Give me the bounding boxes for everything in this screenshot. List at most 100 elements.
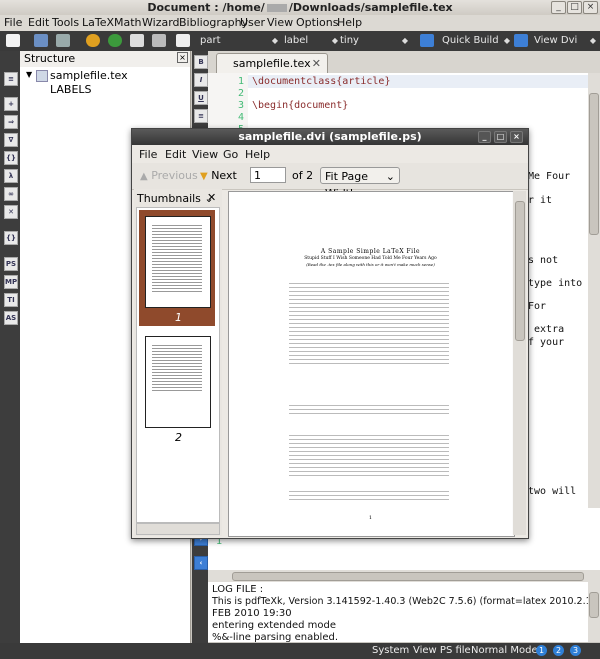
arrow-right-icon[interactable] [420, 34, 434, 47]
thumbnail-label: 2 [175, 431, 182, 444]
menu-file[interactable]: File [4, 16, 22, 29]
misc-math-icon[interactable]: ∇ [4, 133, 18, 147]
doc-note: (Read the .tex file along with this or i… [306, 262, 435, 267]
menu-edit[interactable]: Edit [28, 16, 49, 29]
tree-item-file[interactable]: samplefile.tex [50, 69, 128, 82]
code-fragment: Me Four [528, 171, 571, 182]
log-panel: LOG FILE : This is pdfTeXk, Version 3.14… [208, 582, 600, 643]
close-button[interactable]: × [583, 1, 598, 14]
minimize-button[interactable]: _ [551, 1, 566, 14]
underline-icon[interactable]: U [194, 91, 208, 105]
menu-math[interactable]: Math [114, 16, 142, 29]
asymptote-icon[interactable]: AS [4, 311, 18, 325]
arrow-symbols-icon[interactable]: ⇒ [4, 115, 18, 129]
view-dvi-combo[interactable]: View Dvi ◆ [534, 34, 596, 48]
menu-latex[interactable]: LaTeX [82, 16, 114, 29]
scroll-thumb[interactable] [589, 592, 599, 618]
minimize-button[interactable]: _ [478, 131, 491, 143]
dvi-viewer-window: samplefile.dvi (samplefile.ps) _ □ × Fil… [131, 128, 529, 539]
thumbnails-select[interactable]: Thumbnails ⌄ [137, 192, 214, 205]
tree-item-labels[interactable]: LABELS [50, 83, 92, 96]
scroll-thumb[interactable] [232, 572, 584, 581]
log-scrollbar[interactable] [588, 582, 600, 642]
dvi-menubar: File Edit View Go Help [132, 145, 528, 163]
part-combo[interactable]: part ◆ [200, 34, 278, 48]
thumbnail-list[interactable]: 1 2 [136, 207, 220, 523]
menu-help[interactable]: Help [337, 16, 362, 29]
editor-view-1-button[interactable]: 1 [536, 645, 547, 656]
menu-tools[interactable]: Tools [52, 16, 79, 29]
menu-options[interactable]: Options [296, 16, 338, 29]
redo-icon[interactable] [108, 34, 122, 47]
status-view-ps[interactable]: View PS file [413, 645, 471, 656]
paste-icon[interactable] [176, 34, 190, 47]
braces-icon[interactable]: {} [4, 231, 18, 245]
pstricks-icon[interactable]: PS [4, 257, 18, 271]
open-file-icon[interactable] [34, 34, 48, 47]
greek-icon[interactable]: λ [4, 169, 18, 183]
most-used-icon[interactable]: ∞ [4, 187, 18, 201]
dvi-menu-help[interactable]: Help [245, 148, 270, 161]
delimiters-icon[interactable]: {} [4, 151, 18, 165]
zoom-select[interactable]: Fit Page Width⌄ [320, 167, 400, 200]
maximize-button[interactable]: □ [567, 1, 582, 14]
horizontal-scrollbar[interactable] [208, 570, 600, 582]
new-file-icon[interactable] [6, 34, 20, 47]
dvi-window-title: samplefile.dvi (samplefile.ps) [238, 130, 422, 143]
thumbnail-hscrollbar[interactable] [136, 523, 220, 535]
menu-view[interactable]: View [267, 16, 293, 29]
scroll-thumb[interactable] [515, 201, 525, 341]
expand-arrow-icon[interactable]: ▼ [26, 70, 32, 79]
tab-samplefile[interactable]: samplefile.tex ✕ [216, 53, 328, 73]
metapost-icon[interactable]: MP [4, 275, 18, 289]
save-file-icon[interactable] [56, 34, 70, 47]
editor-vertical-scrollbar[interactable] [588, 73, 600, 508]
label-combo[interactable]: label ◆ [284, 34, 338, 48]
file-icon [36, 70, 48, 82]
menu-wizard[interactable]: Wizard [142, 16, 180, 29]
thumbnail-page-1[interactable] [145, 216, 211, 308]
editor-view-2-button[interactable]: 2 [553, 645, 564, 656]
main-title-bar: Document : /home//Downloads/samplefile.t… [0, 0, 600, 16]
undo-icon[interactable] [86, 34, 100, 47]
previous-button[interactable]: ▲ Previous [140, 169, 198, 182]
relation-icon[interactable]: + [4, 97, 18, 111]
cut-icon[interactable] [152, 34, 166, 47]
document-vertical-scrollbar[interactable] [513, 191, 526, 535]
dvi-menu-view[interactable]: View [192, 148, 218, 161]
structure-view-icon[interactable]: ≡ [4, 72, 18, 86]
dvi-menu-file[interactable]: File [139, 148, 157, 161]
thumbnail-page-2[interactable] [145, 336, 211, 428]
code-line: \begin{document} [252, 100, 349, 111]
menu-bibliography[interactable]: Bibliography [179, 16, 248, 29]
log-line: This is pdfTeXk, Version 3.141592-1.40.3… [212, 596, 600, 607]
doc-paragraph-block [289, 432, 449, 476]
maximize-button[interactable]: □ [494, 131, 507, 143]
close-icon[interactable]: ✕ [207, 191, 216, 204]
document-view[interactable]: A Sample Simple LaTeX File Stupid Stuff … [228, 191, 515, 537]
quick-build-combo[interactable]: Quick Build ◆ [442, 34, 510, 48]
status-mode[interactable]: Normal Mode [471, 645, 538, 656]
next-button[interactable]: ▼ Next [200, 169, 237, 182]
tikz-icon[interactable]: TI [4, 293, 18, 307]
page-number-input[interactable]: 1 [250, 167, 286, 183]
scroll-thumb[interactable] [589, 93, 599, 235]
italic-icon[interactable]: I [194, 73, 208, 87]
chevron-down-icon: ⌄ [385, 170, 395, 183]
dvi-menu-go[interactable]: Go [223, 148, 238, 161]
size-combo[interactable]: tiny ◆ [340, 34, 408, 48]
favorites-icon[interactable]: ✕ [4, 205, 18, 219]
bold-icon[interactable]: B [194, 55, 208, 69]
arrow-left-icon[interactable]: ‹ [194, 556, 208, 570]
dvi-menu-edit[interactable]: Edit [165, 148, 186, 161]
copy-icon[interactable] [130, 34, 144, 47]
close-icon[interactable]: × [177, 52, 188, 63]
page-count: of 2 [292, 169, 314, 182]
close-button[interactable]: × [510, 131, 523, 143]
align-icon[interactable]: ≡ [194, 109, 208, 123]
arrow-right-icon[interactable] [514, 34, 528, 47]
window-title: Document : /home//Downloads/samplefile.t… [147, 1, 453, 14]
editor-view-3-button[interactable]: 3 [570, 645, 581, 656]
close-tab-icon[interactable]: ✕ [312, 54, 321, 73]
menu-user[interactable]: User [240, 16, 265, 29]
